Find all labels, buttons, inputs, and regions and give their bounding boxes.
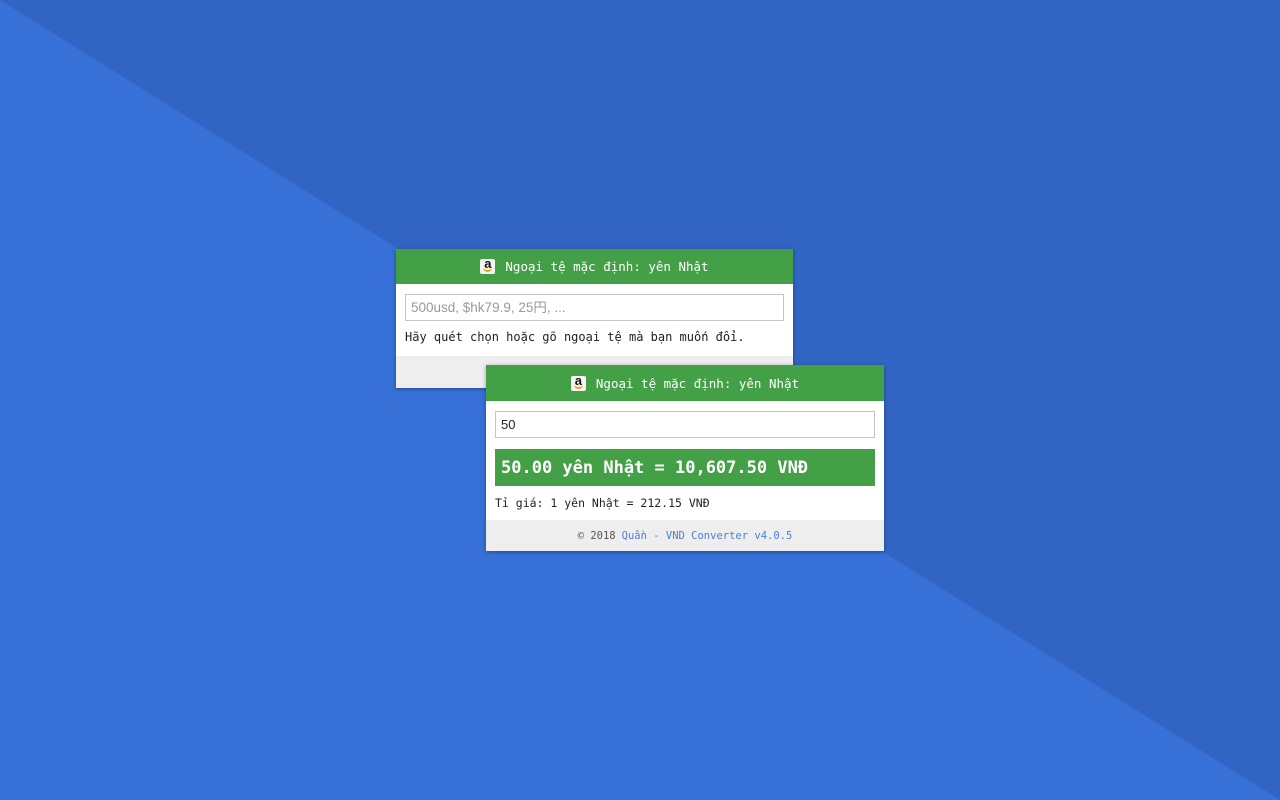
popup-title: Ngoại tệ mặc định: yên Nhật bbox=[595, 375, 800, 391]
author-link[interactable]: Quần - VND Converter v4.0.5 bbox=[622, 530, 793, 542]
popup-title: Ngoại tệ mặc định: yên Nhật bbox=[505, 259, 709, 274]
currency-input[interactable] bbox=[495, 411, 875, 438]
hint-text: Hãy quét chọn hoặc gõ ngoại tệ mà bạn mu… bbox=[405, 330, 745, 344]
copyright-text: © 2018 bbox=[577, 529, 616, 542]
currency-input[interactable] bbox=[405, 294, 784, 321]
amazon-icon: a bbox=[480, 256, 496, 274]
exchange-rate: Tỉ giá: 1 yên Nhật = 212.15 VNĐ bbox=[495, 496, 710, 510]
popup-footer: © 2018 Quần - VND Converter v4.0.5 bbox=[486, 520, 884, 551]
popup-header: a Ngoại tệ mặc định: yên Nhật bbox=[486, 365, 884, 401]
conversion-result: 50.00 yên Nhật = 10,607.50 VNĐ bbox=[495, 449, 875, 486]
popup-header: a Ngoại tệ mặc định: yên Nhật bbox=[396, 249, 793, 284]
converter-popup-result: a Ngoại tệ mặc định: yên Nhật 50.00 yên … bbox=[486, 365, 884, 551]
amazon-icon: a bbox=[570, 373, 586, 391]
